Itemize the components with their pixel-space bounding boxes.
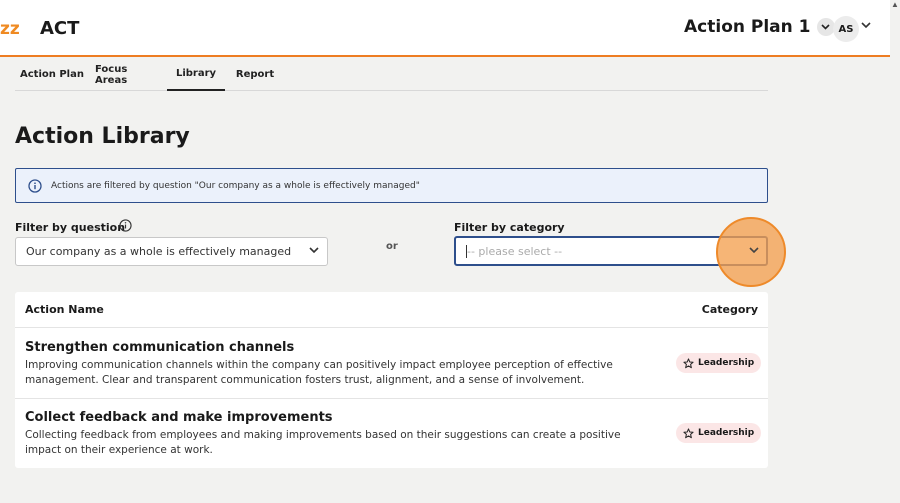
info-banner-text: Actions are filtered by question "Our co… [51, 180, 420, 191]
tab-focus-areas[interactable]: Focus Areas [95, 58, 162, 91]
category-badge: Leadership [676, 423, 762, 443]
category-badge: Leadership [676, 353, 762, 373]
user-avatar[interactable]: AS [833, 16, 859, 42]
action-description: Improving communication channels within … [25, 359, 613, 386]
table-row[interactable]: Strengthen communication channels Improv… [15, 328, 768, 398]
plan-dropdown-button[interactable] [816, 18, 835, 36]
chevron-down-icon[interactable] [749, 247, 759, 254]
info-icon[interactable] [119, 219, 132, 232]
chevron-down-icon [309, 247, 319, 254]
question-select-value: Our company as a whole is effectively ma… [26, 245, 292, 258]
column-header-category: Category [701, 303, 758, 316]
column-header-action-name: Action Name [25, 303, 104, 316]
top-bar: zz ACT Action Plan 1 AS [0, 0, 890, 57]
chevron-down-icon[interactable] [861, 22, 871, 29]
scrollbar-up-arrow[interactable]: ▲ [890, 0, 900, 10]
tab-library[interactable]: Library [167, 58, 225, 91]
action-title[interactable]: Strengthen communication channels [25, 340, 294, 355]
plan-switcher[interactable]: Action Plan 1 [684, 17, 835, 37]
star-icon [683, 357, 694, 368]
table-row[interactable]: Collect feedback and make improvements C… [15, 398, 768, 468]
filter-info-banner: Actions are filtered by question "Our co… [15, 168, 768, 203]
or-separator: or [386, 241, 398, 252]
filter-question-label: Filter by question [15, 221, 126, 234]
page-title: Action Library [15, 124, 190, 149]
star-icon [683, 427, 694, 438]
filter-category-label: Filter by category [454, 221, 565, 234]
category-select-placeholder: -- please select -- [467, 244, 563, 258]
category-badge-label: Leadership [698, 428, 755, 438]
question-select[interactable]: Our company as a whole is effectively ma… [15, 237, 328, 266]
info-icon [28, 178, 42, 193]
tab-bar: Action Plan Focus Areas Library Report [15, 58, 768, 91]
chevron-down-icon [821, 24, 830, 30]
app-name: ACT [40, 18, 80, 39]
action-title[interactable]: Collect feedback and make improvements [25, 410, 333, 425]
tab-action-plan[interactable]: Action Plan [15, 58, 89, 91]
category-badge-label: Leadership [698, 358, 755, 368]
action-description: Collecting feedback from employees and m… [25, 429, 621, 456]
brand-logo[interactable]: zz [0, 19, 20, 39]
tab-report[interactable]: Report [231, 58, 279, 91]
action-table: Action Name Category Strengthen communic… [15, 292, 768, 468]
plan-name: Action Plan 1 [684, 17, 811, 37]
